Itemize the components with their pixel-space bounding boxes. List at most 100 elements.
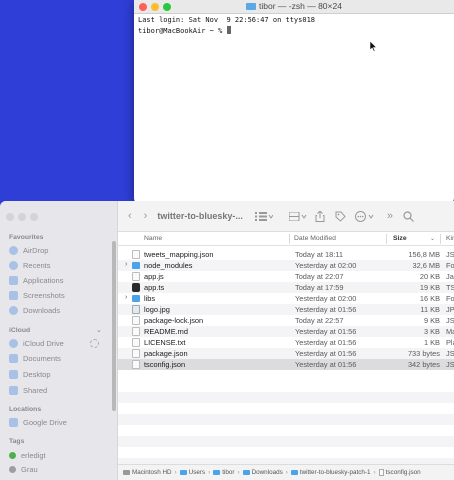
file-name: README.md (144, 327, 188, 336)
sidebar-item-label: Recents (23, 260, 51, 270)
sidebar-item-screenshots[interactable]: Screenshots (9, 289, 65, 301)
file-list: tweets_mapping.json Today at 18:11 156,8… (118, 249, 454, 370)
file-kind: Ma (446, 327, 454, 336)
column-header: Name Date Modified Size ⌄ Kin (118, 232, 454, 246)
path-item-macintosh-hd[interactable]: Macintosh HD (123, 469, 172, 476)
zoom-button[interactable] (30, 213, 38, 221)
json-file-icon (132, 316, 140, 325)
terminal-titlebar[interactable]: tibor — -zsh — 80×24 (134, 0, 454, 14)
file-row-tsconfig[interactable]: tsconfig.json Yesterday at 01:56 342 byt… (118, 359, 454, 370)
window-title: twitter-to-bluesky-... (157, 211, 243, 221)
back-button[interactable]: ‹ (128, 210, 132, 222)
sidebar-item-airdrop[interactable]: AirDrop (9, 244, 48, 256)
terminal-window[interactable]: tibor — -zsh — 80×24 Last login: Sat Nov… (134, 0, 454, 204)
close-button[interactable] (6, 213, 14, 221)
column-size[interactable]: Size (393, 235, 407, 242)
column-divider[interactable] (440, 234, 441, 244)
toolbar-overflow-button[interactable]: » (387, 210, 393, 222)
minimize-button[interactable] (18, 213, 26, 221)
file-row-package-lock[interactable]: package-lock.json Today at 22:57 9 KB JS (118, 315, 454, 326)
path-separator: › (373, 469, 376, 476)
column-kind[interactable]: Kin (446, 235, 454, 242)
path-label: Users (188, 469, 206, 476)
file-size: 19 KB (419, 283, 440, 292)
window-controls (6, 213, 38, 221)
path-item-tibor[interactable]: tibor (213, 469, 234, 476)
file-kind: Fo (446, 294, 454, 303)
disclosure-chevron-icon[interactable]: › (125, 261, 127, 268)
search-icon[interactable] (403, 210, 414, 222)
sidebar-item-recents[interactable]: Recents (9, 259, 51, 271)
sidebar-item-shared[interactable]: Shared (9, 384, 47, 396)
file-date: Yesterday at 01:56 (295, 327, 357, 336)
file-row-libs[interactable]: › libs Yesterday at 02:00 16 KB Fo (118, 293, 454, 304)
file-date: Yesterday at 02:00 (295, 261, 357, 270)
tag-color-dot (9, 451, 16, 459)
file-name: logo.jpg (144, 305, 170, 314)
forward-button[interactable]: › (144, 210, 148, 222)
file-row-logo-jpg[interactable]: logo.jpg Yesterday at 01:56 11 KB JP (118, 304, 454, 315)
sort-chevron-icon[interactable]: ⌄ (430, 235, 435, 242)
column-name[interactable]: Name (144, 235, 162, 242)
file-row-tweets-mapping[interactable]: tweets_mapping.json Today at 18:11 156,8… (118, 249, 454, 260)
disclosure-chevron-icon[interactable]: › (125, 294, 127, 301)
column-divider[interactable] (289, 234, 290, 244)
terminal-output[interactable]: Last login: Sat Nov 9 22:56:47 on ttys01… (134, 14, 454, 38)
file-size: 3 KB (423, 327, 440, 336)
file-kind: JS (446, 250, 454, 259)
group-icon[interactable] (288, 211, 307, 221)
file-name: package.json (144, 349, 188, 358)
file-name: app.ts (144, 283, 165, 292)
more-actions-icon[interactable] (354, 210, 375, 222)
file-name: package-lock.json (144, 316, 204, 325)
file-size: 20 KB (419, 272, 440, 281)
path-separator: › (208, 469, 211, 476)
sidebar-item-downloads[interactable]: Downloads (9, 304, 60, 316)
sidebar-item-desktop[interactable]: Desktop (9, 368, 51, 380)
list-view-icon[interactable] (254, 211, 273, 221)
sidebar-item-label: Downloads (23, 305, 61, 315)
file-row-app-js[interactable]: app.js Today at 22:07 20 KB Ja (118, 271, 454, 282)
sync-progress-icon (90, 339, 99, 348)
empty-list-area[interactable] (118, 381, 454, 469)
chevron-down-icon[interactable]: ⌄ (96, 326, 102, 334)
finder-sidebar: Favourites AirDrop Recents Applications … (0, 201, 118, 480)
file-kind: Pla (446, 338, 454, 347)
sidebar-item-tag-grau[interactable]: Grau (9, 463, 38, 475)
file-row-package-json[interactable]: package.json Yesterday at 01:56 733 byte… (118, 348, 454, 359)
sidebar-item-google-drive[interactable]: Google Drive (9, 416, 67, 428)
file-row-app-ts[interactable]: app.ts Today at 17:59 19 KB TS (118, 282, 454, 293)
path-label: tibor (222, 469, 235, 476)
finder-window[interactable]: Favourites AirDrop Recents Applications … (0, 201, 454, 480)
path-separator: › (174, 469, 177, 476)
sidebar-item-icloud-drive[interactable]: iCloud Drive (9, 337, 64, 349)
file-row-node-modules[interactable]: › node_modules Yesterday at 02:00 32,6 M… (118, 260, 454, 271)
tags-heading: Tags (9, 438, 25, 445)
file-row-license[interactable]: LICENSE.txt Yesterday at 01:56 1 KB Pla (118, 337, 454, 348)
sidebar-item-tag-erledigt[interactable]: erledigt (9, 449, 46, 461)
file-size: 9 KB (423, 316, 440, 325)
json-file-icon (132, 360, 140, 369)
sidebar-item-label: Google Drive (23, 417, 67, 427)
js-file-icon (132, 272, 140, 281)
file-date: Today at 22:57 (295, 316, 344, 325)
file-name: libs (144, 294, 156, 303)
drive-icon (9, 417, 18, 427)
file-row-readme[interactable]: README.md Yesterday at 01:56 3 KB Ma (118, 326, 454, 337)
path-item-project-folder[interactable]: twitter-to-bluesky-patch-1 (290, 469, 371, 476)
share-icon[interactable] (315, 210, 325, 222)
sidebar-item-applications[interactable]: Applications (9, 274, 63, 286)
column-divider[interactable] (386, 234, 387, 244)
path-item-users[interactable]: Users (179, 469, 206, 476)
path-item-downloads[interactable]: Downloads (242, 469, 283, 476)
tag-icon[interactable] (335, 211, 346, 222)
file-kind: JS (446, 316, 454, 325)
file-name: app.js (144, 272, 164, 281)
column-date-modified[interactable]: Date Modified (294, 235, 336, 242)
sidebar-scrollbar[interactable] (112, 241, 116, 411)
file-size: 32,6 MB (412, 261, 440, 270)
sidebar-item-documents[interactable]: Documents (9, 352, 61, 364)
path-item-tsconfig[interactable]: tsconfig.json (378, 469, 421, 476)
mouse-pointer-icon (370, 41, 378, 52)
file-kind: Fo (446, 261, 454, 270)
